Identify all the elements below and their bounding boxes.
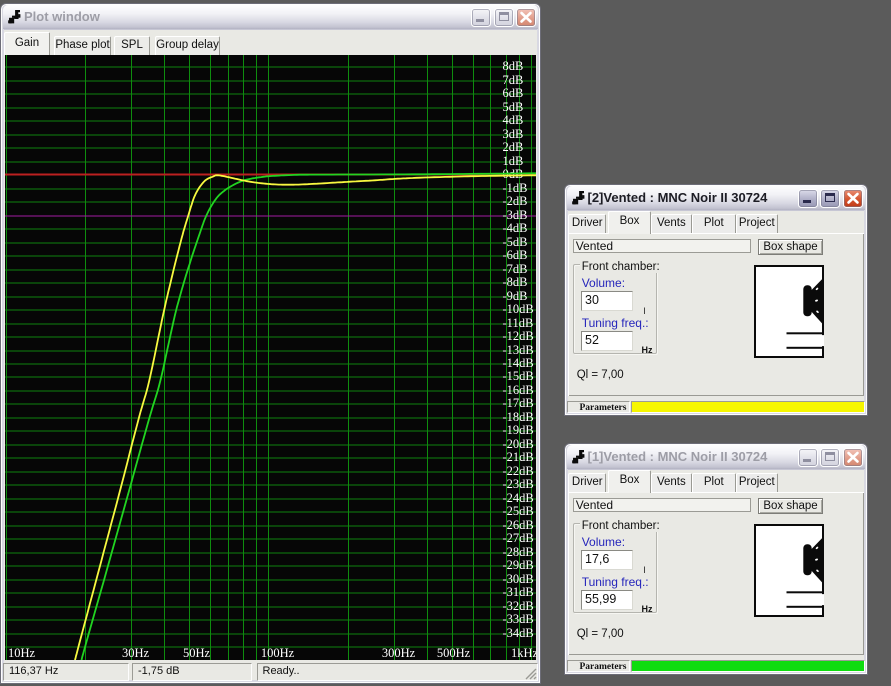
svg-text:8dB: 8dB xyxy=(503,59,524,73)
svg-text:-27dB: -27dB xyxy=(503,531,534,545)
svg-text:-17dB: -17dB xyxy=(503,396,534,410)
svg-text:-26dB: -26dB xyxy=(503,518,534,532)
svg-text:-10dB: -10dB xyxy=(503,302,534,316)
svg-text:100Hz: 100Hz xyxy=(261,646,295,660)
svg-text:-16dB: -16dB xyxy=(503,383,534,397)
svg-text:1dB: 1dB xyxy=(503,154,524,168)
svg-text:-34dB: -34dB xyxy=(503,626,534,640)
svg-text:-9dB: -9dB xyxy=(503,289,528,303)
svg-text:-15dB: -15dB xyxy=(503,369,534,383)
svg-text:-7dB: -7dB xyxy=(503,262,528,276)
svg-text:-21dB: -21dB xyxy=(503,450,534,464)
svg-text:-8dB: -8dB xyxy=(503,275,528,289)
svg-text:-14dB: -14dB xyxy=(503,356,534,370)
svg-text:6dB: 6dB xyxy=(503,86,524,100)
svg-text:30Hz: 30Hz xyxy=(122,646,150,660)
svg-text:-12dB: -12dB xyxy=(503,329,534,343)
svg-text:-19dB: -19dB xyxy=(503,423,534,437)
svg-text:5dB: 5dB xyxy=(503,100,524,114)
svg-text:-18dB: -18dB xyxy=(503,410,534,424)
svg-text:-30dB: -30dB xyxy=(503,572,534,586)
svg-text:2dB: 2dB xyxy=(503,140,524,154)
svg-text:-5dB: -5dB xyxy=(503,235,528,249)
svg-text:-29dB: -29dB xyxy=(503,558,534,572)
svg-text:-3dB: -3dB xyxy=(503,208,528,222)
svg-text:-25dB: -25dB xyxy=(503,504,534,518)
svg-text:3dB: 3dB xyxy=(503,127,524,141)
svg-text:300Hz: 300Hz xyxy=(382,646,416,660)
svg-text:-20dB: -20dB xyxy=(503,437,534,451)
svg-text:-31dB: -31dB xyxy=(503,585,534,599)
svg-text:-2dB: -2dB xyxy=(503,194,528,208)
svg-text:-32dB: -32dB xyxy=(503,599,534,613)
svg-text:50Hz: 50Hz xyxy=(183,646,211,660)
svg-text:4dB: 4dB xyxy=(503,113,524,127)
svg-text:-28dB: -28dB xyxy=(503,545,534,559)
svg-text:-13dB: -13dB xyxy=(503,343,534,357)
svg-text:-6dB: -6dB xyxy=(503,248,528,262)
svg-text:-23dB: -23dB xyxy=(503,477,534,491)
svg-text:-33dB: -33dB xyxy=(503,612,534,626)
svg-text:-1dB: -1dB xyxy=(503,181,528,195)
svg-text:500Hz: 500Hz xyxy=(437,646,471,660)
svg-text:-4dB: -4dB xyxy=(503,221,528,235)
svg-text:-24dB: -24dB xyxy=(503,491,534,505)
svg-text:-11dB: -11dB xyxy=(503,316,534,330)
svg-text:-22dB: -22dB xyxy=(503,464,534,478)
svg-text:10Hz: 10Hz xyxy=(8,646,36,660)
svg-text:1kHz: 1kHz xyxy=(511,646,536,660)
svg-text:7dB: 7dB xyxy=(503,73,524,87)
